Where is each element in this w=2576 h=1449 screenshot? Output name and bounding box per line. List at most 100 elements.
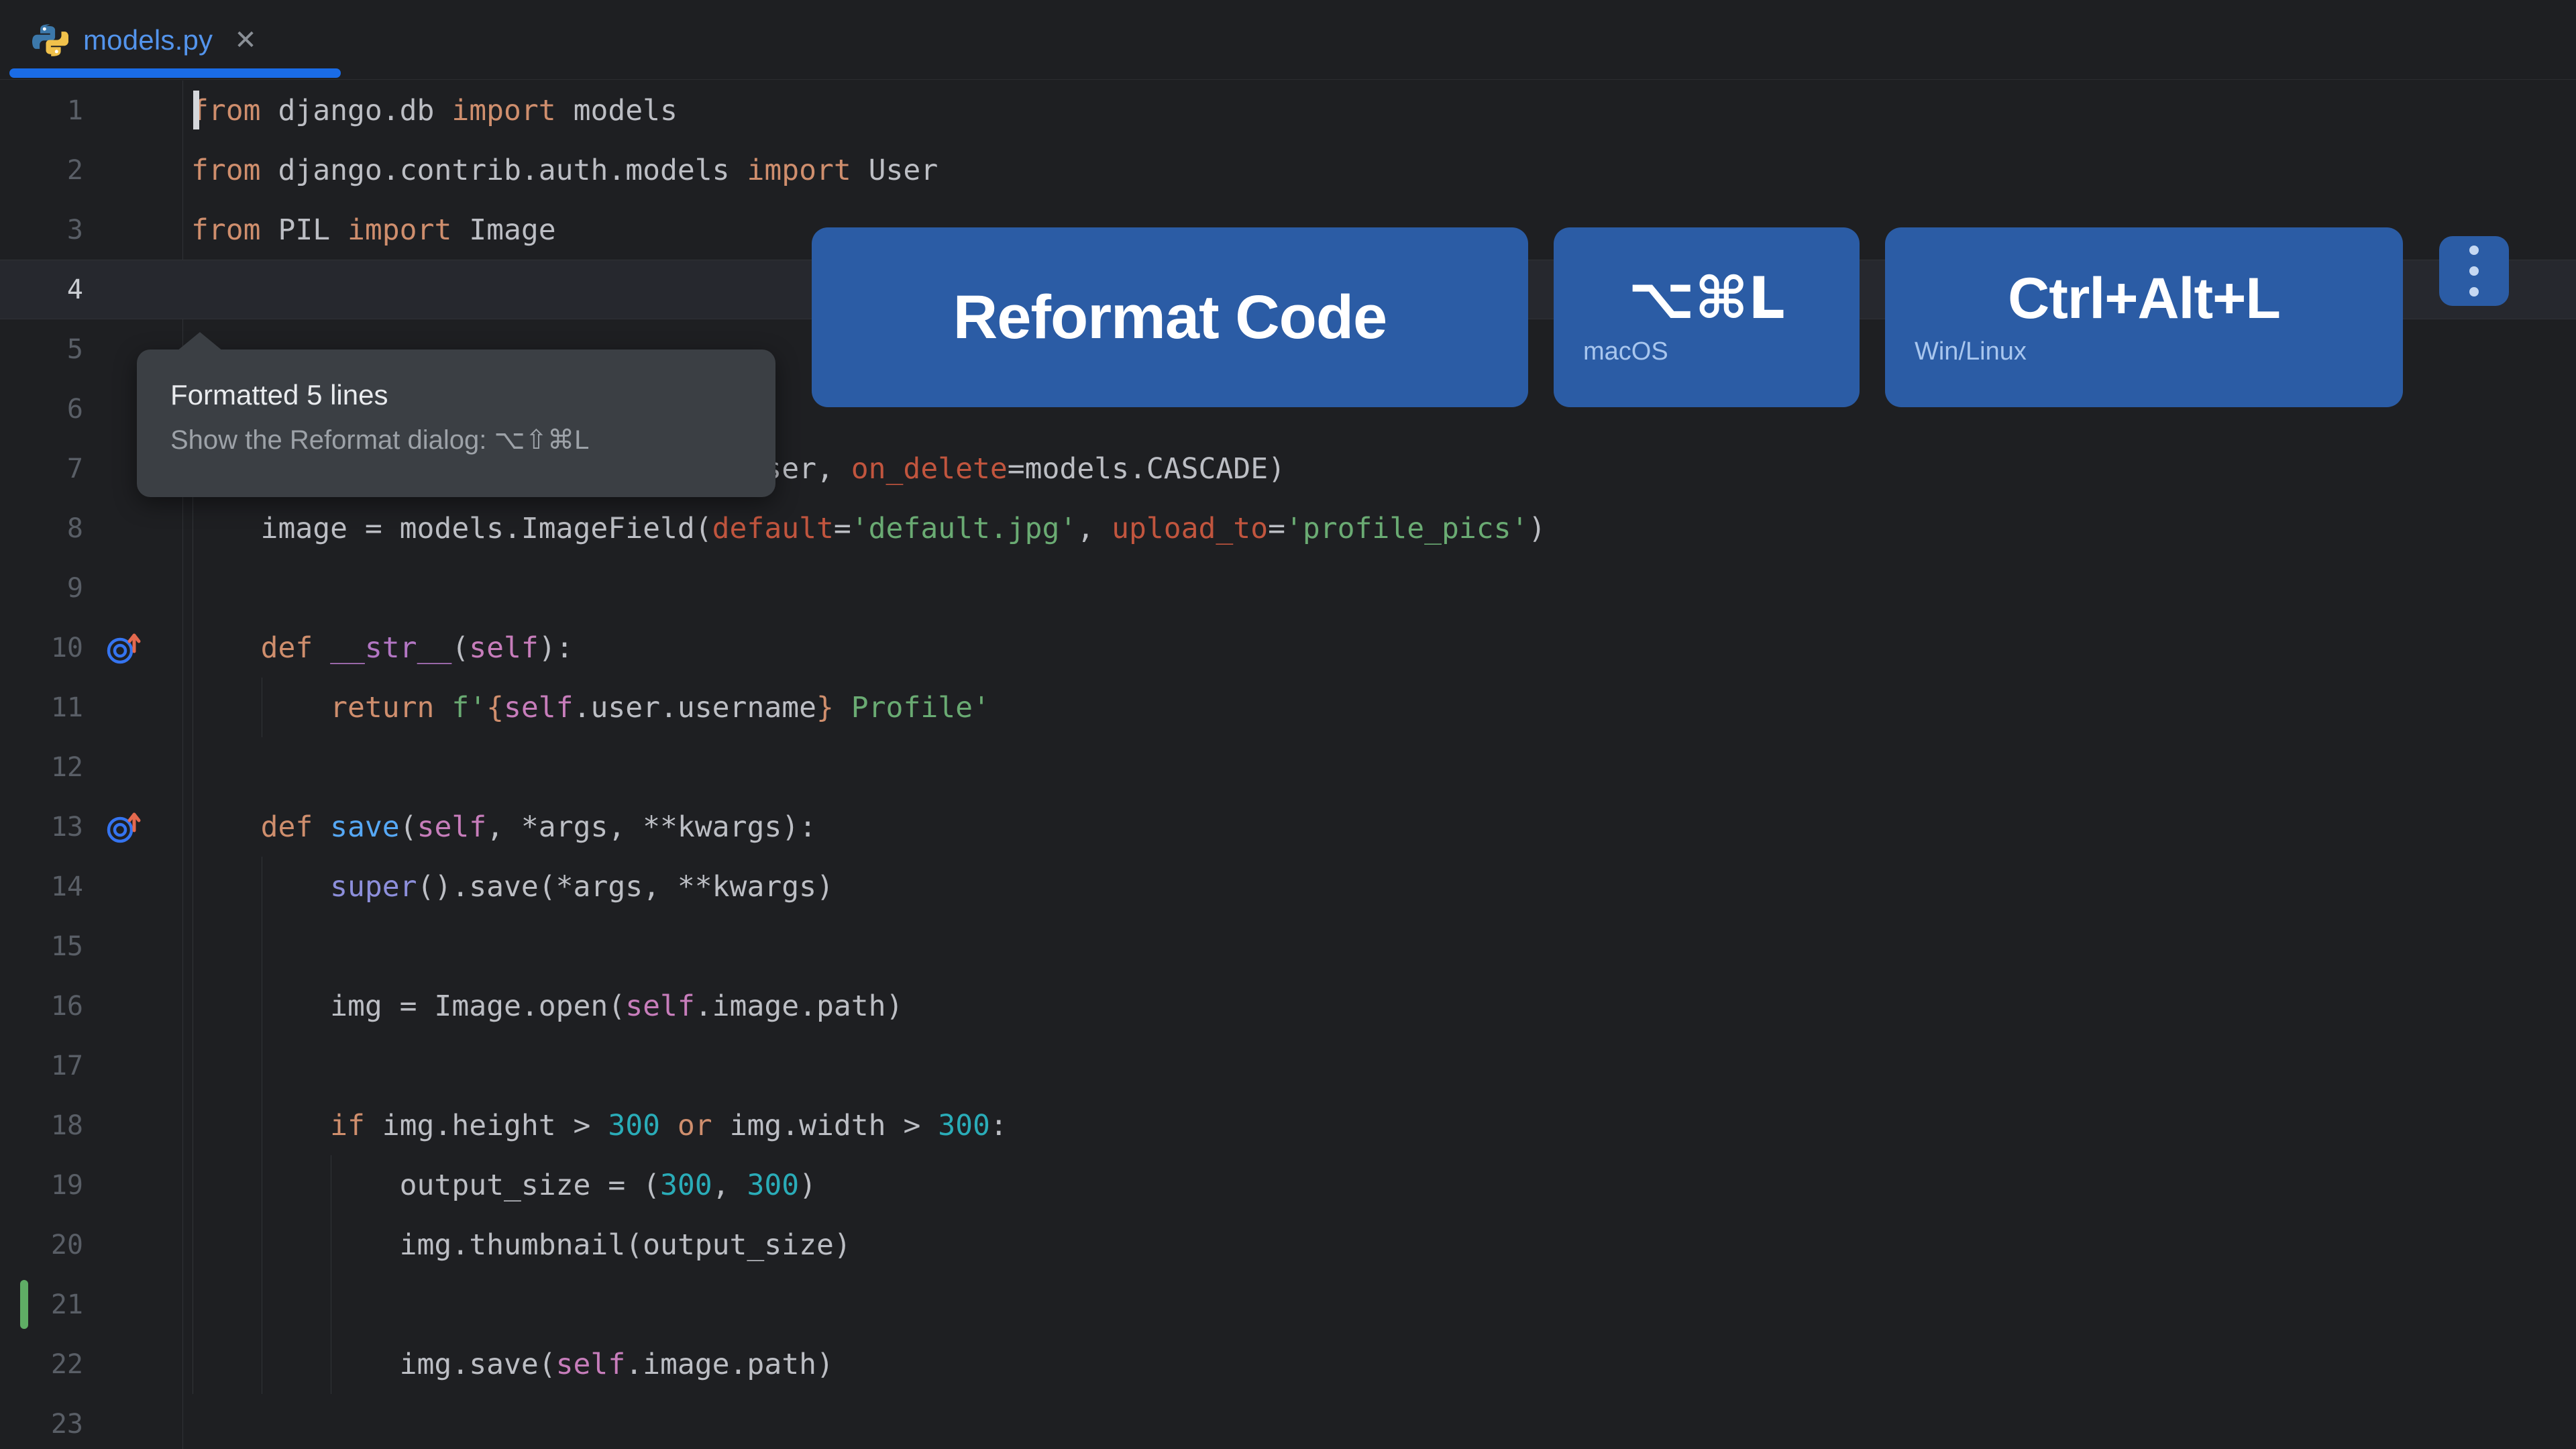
more-options-button[interactable] <box>2439 236 2509 306</box>
line-number: 7 <box>0 439 83 498</box>
line-number: 13 <box>0 797 83 857</box>
code-token: 'profile_pics' <box>1285 512 1528 545</box>
line-number: 3 <box>0 200 83 260</box>
line-number: 14 <box>0 857 83 916</box>
line-number: 22 <box>0 1334 83 1394</box>
code-token: ): <box>539 631 574 665</box>
code-token: self <box>504 691 574 724</box>
code-line[interactable]: 13 def save(self, *args, **kwargs): <box>0 797 2576 857</box>
code-token: , <box>1077 512 1112 545</box>
tooltip-title: Formatted 5 lines <box>170 379 742 411</box>
code-token: img.width > <box>730 1109 938 1142</box>
code-token: import <box>347 213 469 247</box>
code-token: self <box>556 1348 626 1381</box>
code-line[interactable]: 1 from django.db import models <box>0 80 2576 140</box>
line-number: 23 <box>0 1394 83 1449</box>
code-token: return <box>330 691 451 724</box>
code-token: self <box>625 989 695 1023</box>
code-token: if <box>330 1109 382 1142</box>
code-token: } <box>816 691 834 724</box>
line-number: 12 <box>0 737 83 797</box>
code-line[interactable]: 2 from django.contrib.auth.models import … <box>0 140 2576 200</box>
code-line[interactable]: 21 <box>0 1275 2576 1334</box>
code-token: import <box>747 154 868 187</box>
line-number: 21 <box>0 1275 83 1334</box>
code-line[interactable]: 9 <box>0 558 2576 618</box>
code-token: image = models.ImageField( <box>191 512 712 545</box>
code-line[interactable]: 22 img.save(self.image.path) <box>0 1334 2576 1394</box>
code-token: 300 <box>938 1109 990 1142</box>
shortcut-os-windows-linux: Win/Linux <box>1915 337 2027 366</box>
code-token: self <box>417 810 487 844</box>
callout-shortcut-windows-linux: Ctrl+Alt+L Win/Linux <box>1885 227 2403 407</box>
code-token: django.db <box>278 94 451 127</box>
code-text: from django.contrib.auth.models import U… <box>191 140 938 200</box>
line-number: 5 <box>0 319 83 379</box>
code-line[interactable]: 16 img = Image.open(self.image.path) <box>0 976 2576 1036</box>
line-number: 10 <box>0 618 83 678</box>
code-token: def <box>261 810 331 844</box>
code-line[interactable]: 10 def __str__(self): <box>0 618 2576 678</box>
code-token: = <box>1268 512 1285 545</box>
overriding-method-icon[interactable] <box>102 627 144 669</box>
close-icon[interactable]: ✕ <box>234 27 257 54</box>
code-token <box>191 631 261 665</box>
line-number: 4 <box>0 260 83 319</box>
overriding-method-icon[interactable] <box>102 806 144 848</box>
code-line[interactable]: 8 image = models.ImageField(default='def… <box>0 498 2576 558</box>
editor-tab-label: models.py <box>83 24 213 56</box>
code-token: =models.CASCADE) <box>1008 452 1285 486</box>
code-token: { <box>486 691 504 724</box>
line-number: 19 <box>0 1155 83 1215</box>
code-line[interactable]: 20 img.thumbnail(output_size) <box>0 1215 2576 1275</box>
code-token: ) <box>799 1169 816 1202</box>
code-token: __str__ <box>330 631 451 665</box>
text-caret <box>193 91 199 129</box>
code-token: 300 <box>608 1109 660 1142</box>
code-line[interactable]: 12 <box>0 737 2576 797</box>
editor-tab-models-py[interactable]: models.py ✕ <box>0 0 288 80</box>
code-token: from <box>191 94 278 127</box>
code-text: from PIL import Image <box>191 200 556 260</box>
code-token: f' <box>451 691 486 724</box>
code-token: output_size = ( <box>191 1169 660 1202</box>
code-text: img.thumbnail(output_size) <box>191 1215 851 1275</box>
code-text: if img.height > 300 or img.width > 300: <box>191 1095 1008 1155</box>
code-token: ( <box>400 810 417 844</box>
code-token: ( <box>451 631 469 665</box>
code-line[interactable]: 18 if img.height > 300 or img.width > 30… <box>0 1095 2576 1155</box>
callout-action-reformat-code: Reformat Code <box>812 227 1528 407</box>
code-token: User <box>869 154 938 187</box>
code-line[interactable]: 19 output_size = (300, 300) <box>0 1155 2576 1215</box>
kebab-dot-icon <box>2469 266 2479 276</box>
shortcut-keys-windows-linux: Ctrl+Alt+L <box>2008 268 2280 329</box>
code-token: or <box>678 1109 730 1142</box>
code-line[interactable]: 15 <box>0 916 2576 976</box>
code-token: on_delete <box>851 452 1008 486</box>
line-number: 2 <box>0 140 83 200</box>
code-text: from django.db import models <box>191 80 678 140</box>
code-line[interactable]: 17 <box>0 1036 2576 1095</box>
editor-tab-bar: models.py ✕ <box>0 0 2576 80</box>
shortcut-callout-group: Reformat Code ⌥⌘L macOS Ctrl+Alt+L Win/L… <box>812 227 2403 407</box>
code-line[interactable]: 23 <box>0 1394 2576 1449</box>
code-token: 300 <box>747 1169 799 1202</box>
line-number: 18 <box>0 1095 83 1155</box>
code-token: img = Image.open( <box>191 989 625 1023</box>
code-token: .user.username <box>574 691 816 724</box>
line-number: 20 <box>0 1215 83 1275</box>
code-text: def save(self, *args, **kwargs): <box>191 797 816 857</box>
code-token: from <box>191 213 278 247</box>
code-line[interactable]: 14 super().save(*args, **kwargs) <box>0 857 2576 916</box>
line-number: 1 <box>0 80 83 140</box>
code-text: def __str__(self): <box>191 618 574 678</box>
code-token <box>191 870 330 904</box>
code-token: PIL <box>278 213 347 247</box>
code-line[interactable]: 11 return f'{self.user.username} Profile… <box>0 678 2576 737</box>
code-text: img.save(self.image.path) <box>191 1334 834 1394</box>
callout-shortcut-macos: ⌥⌘L macOS <box>1554 227 1860 407</box>
shortcut-os-macos: macOS <box>1583 337 1668 366</box>
code-token: super <box>330 870 417 904</box>
code-token: upload_to <box>1112 512 1268 545</box>
code-text: img = Image.open(self.image.path) <box>191 976 903 1036</box>
